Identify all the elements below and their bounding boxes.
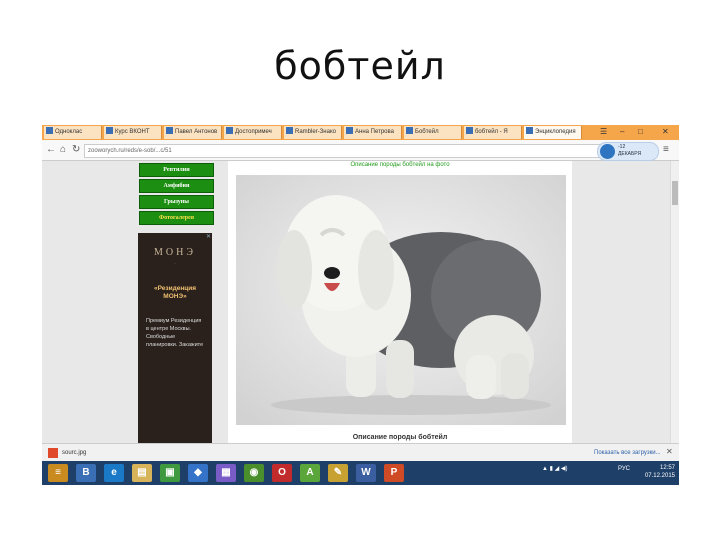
menu-item-reptiles[interactable]: Рептилии [139, 163, 214, 177]
files-icon[interactable]: ▤ [132, 464, 152, 482]
show-all-downloads-link[interactable]: Показать все загрузки... [594, 448, 661, 458]
files-glyph: ▤ [137, 467, 147, 478]
image-file-icon [48, 448, 58, 458]
address-bar: ← ⌂ ↻ zooworych.ru/reds/e-sob/...c/51 -1… [42, 140, 679, 161]
tab-label: Одноклас [55, 129, 83, 135]
vk-icon[interactable]: B [76, 464, 96, 482]
word-glyph: W [361, 467, 371, 478]
back-icon[interactable]: ← [46, 143, 56, 157]
dropbox-glyph: ◆ [194, 467, 202, 478]
word-icon[interactable]: W [356, 464, 376, 482]
browser-tab-active[interactable]: Энциклопедия [524, 126, 582, 139]
explorer-icon[interactable]: ≡ [48, 464, 68, 482]
android-icon[interactable]: A [300, 464, 320, 482]
bookmark-icon[interactable]: ☰ [600, 126, 607, 138]
vk-glyph: B [82, 467, 90, 478]
tab-favicon-icon [406, 127, 413, 134]
dog-illustration [236, 175, 566, 425]
article: Описание породы бобтейл на фото Описание… [228, 161, 572, 443]
browser-tab[interactable]: Достопримеч [224, 126, 282, 139]
photo-caption: Описание породы бобтейл на фото [350, 162, 450, 168]
browser-tab[interactable]: Одноклас [44, 126, 102, 139]
browser-screenshot: Одноклас Курс ВКОНТ Павел Антонов Достоп… [42, 125, 679, 485]
paint-glyph: ✎ [333, 467, 343, 478]
menu-icon[interactable]: ≡ [663, 143, 669, 157]
store-icon[interactable]: ▣ [160, 464, 180, 482]
clock-time: 12:57 [659, 465, 675, 471]
explorer-glyph: ≡ [55, 467, 61, 478]
close-download-bar-icon[interactable]: ✕ [666, 447, 673, 456]
tab-label: Достопримеч [235, 129, 272, 135]
badge-text: ДЕКАБРЯ [618, 151, 642, 157]
ie-glyph: e [111, 467, 117, 478]
weather-icon [600, 144, 615, 159]
powerpoint-icon[interactable]: P [384, 464, 404, 482]
web-page: Рептилии Амфибии Грызуны Фотогалерея ✕ М… [42, 161, 670, 443]
dropbox-icon[interactable]: ◆ [188, 464, 208, 482]
tab-label: Курс ВКОНТ [115, 129, 150, 135]
ad-headline: «Резиденция МОНЭ» [153, 285, 197, 300]
ie-icon[interactable]: e [104, 464, 124, 482]
yandex-weather-badge[interactable]: -12 ДЕКАБРЯ [597, 142, 659, 161]
tab-label: Анна Петрова [355, 129, 394, 135]
page-scrollbar[interactable] [670, 161, 679, 443]
tab-label: Бобтейл [415, 129, 439, 135]
tab-label: Энциклопедия [535, 129, 576, 135]
photos-icon[interactable]: ▦ [216, 464, 236, 482]
download-item[interactable]: sourc.jpg [62, 448, 86, 458]
tab-favicon-icon [346, 127, 353, 134]
taskbar-clock[interactable]: 12:57 07.12.2015 [640, 464, 675, 480]
powerpoint-glyph: P [390, 467, 398, 478]
system-tray[interactable]: ▲ ▮ ◢ ◀) [542, 466, 567, 473]
clock-date: 07.12.2015 [644, 473, 675, 479]
tab-label: Павел Антонов [175, 129, 218, 135]
tab-label: Rambler-Знако [295, 129, 336, 135]
menu-item-gallery[interactable]: Фотогалерея [139, 211, 214, 225]
ad-body: Премиум Резиденция в центре Москвы. Своб… [146, 318, 204, 348]
opera-icon[interactable]: O [272, 464, 292, 482]
tab-favicon-icon [166, 127, 173, 134]
home-icon[interactable]: ⌂ [60, 143, 66, 157]
ad-logo-sub: · [174, 261, 176, 266]
menu-item-rodents[interactable]: Грызуны [139, 195, 214, 209]
tab-bar: Одноклас Курс ВКОНТ Павел Антонов Достоп… [42, 125, 679, 140]
bobtail-dog-photo [236, 175, 566, 425]
paint-icon[interactable]: ✎ [328, 464, 348, 482]
tab-favicon-icon [106, 127, 113, 134]
tab-favicon-icon [286, 127, 293, 134]
badge-count: -12 [618, 144, 626, 150]
browser-tab[interactable]: Анна Петрова [344, 126, 402, 139]
minimize-icon[interactable]: – [620, 126, 624, 138]
tab-label: бобтейл - Я [475, 129, 508, 135]
reload-icon[interactable]: ↻ [72, 143, 80, 157]
photos-glyph: ▦ [221, 467, 231, 478]
chrome-glyph: ◉ [249, 467, 259, 478]
tab-favicon-icon [526, 127, 533, 134]
language-indicator[interactable]: РУС [618, 466, 630, 473]
url-field[interactable]: zooworych.ru/reds/e-sob/...c/51 [84, 144, 609, 158]
browser-tab[interactable]: Rambler-Знако [284, 126, 342, 139]
android-glyph: A [306, 467, 314, 478]
close-icon[interactable]: ✕ [662, 126, 669, 138]
windows-taskbar: ≡ Be ▤ ▣ ◆ ▦ ◉ O A ✎ W P ▲ ▮ ◢ ◀) РУС 12:57 07.12.2… [42, 461, 679, 485]
maximize-icon[interactable]: □ [638, 126, 643, 138]
ad-banner[interactable]: ✕ МОНЭ · «Резиденция МОНЭ» Премиум Резид… [138, 233, 212, 443]
browser-tab[interactable]: Бобтейл [404, 126, 462, 139]
download-bar: sourc.jpg Показать все загрузки... ✕ [42, 443, 679, 462]
scroll-thumb[interactable] [672, 181, 678, 205]
ad-close-icon[interactable]: ✕ [206, 233, 211, 240]
opera-glyph: O [278, 467, 286, 478]
tab-favicon-icon [466, 127, 473, 134]
chrome-icon[interactable]: ◉ [244, 464, 264, 482]
article-heading: Описание породы бобтейл [352, 434, 448, 441]
browser-tab[interactable]: Курс ВКОНТ [104, 126, 162, 139]
tab-favicon-icon [46, 127, 53, 134]
slide-title: бобтейл [274, 44, 446, 88]
tab-favicon-icon [226, 127, 233, 134]
browser-tab[interactable]: бобтейл - Я [464, 126, 522, 139]
store-glyph: ▣ [165, 467, 175, 478]
browser-tab[interactable]: Павел Антонов [164, 126, 222, 139]
ad-logo: МОНЭ [154, 247, 196, 258]
menu-item-amphibians[interactable]: Амфибии [139, 179, 214, 193]
